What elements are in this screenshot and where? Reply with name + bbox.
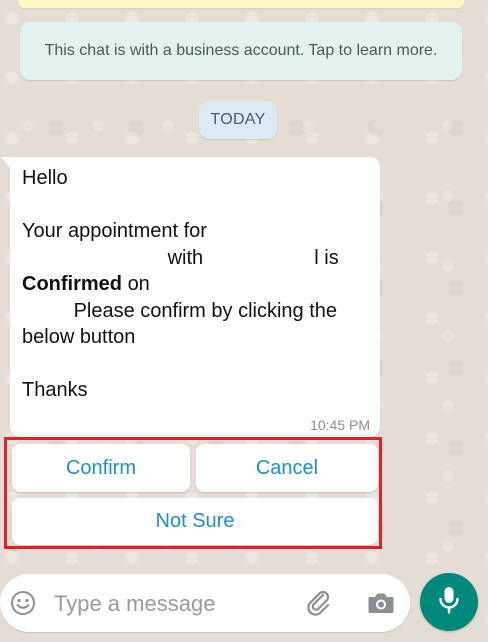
message-line-empty-2 bbox=[22, 351, 372, 378]
not-sure-button-label: Not Sure bbox=[155, 510, 235, 532]
paperclip-icon[interactable] bbox=[304, 588, 334, 623]
date-separator: TODAY bbox=[199, 101, 277, 139]
emoji-icon[interactable] bbox=[10, 590, 36, 621]
cancel-button[interactable]: Cancel bbox=[196, 444, 378, 492]
previous-message-edge bbox=[18, 0, 464, 8]
message-line-greeting: Hello bbox=[22, 165, 372, 192]
microphone-button[interactable] bbox=[420, 573, 478, 631]
message-line-with: with l is bbox=[22, 245, 372, 272]
redacted-time bbox=[22, 304, 68, 319]
redacted-service bbox=[22, 251, 162, 266]
confirm-button[interactable]: Confirm bbox=[12, 444, 190, 492]
message-line-appointment: Your appointment for bbox=[22, 220, 207, 242]
cancel-button-label: Cancel bbox=[255, 456, 319, 479]
message-line-empty bbox=[22, 192, 372, 219]
not-sure-button[interactable]: Not Sure bbox=[12, 498, 378, 545]
message-composer bbox=[0, 574, 410, 632]
redacted-name bbox=[79, 171, 142, 186]
microphone-icon bbox=[437, 585, 461, 620]
message-line-please-confirm: Please confirm by clicking the bbox=[22, 298, 372, 325]
message-line-below-button: below button bbox=[22, 326, 136, 348]
message-body: Hello Your appointment for with l is Con… bbox=[22, 165, 372, 404]
message-line-confirmed: Confirmed on bbox=[22, 271, 372, 298]
message-timestamp: 10:45 PM bbox=[310, 417, 370, 433]
incoming-message-bubble[interactable]: Hello Your appointment for with l is Con… bbox=[1, 157, 380, 437]
message-line-thanks: Thanks bbox=[22, 379, 88, 401]
date-separator-label: TODAY bbox=[210, 111, 266, 128]
redacted-provider bbox=[208, 251, 309, 266]
redacted-date bbox=[155, 277, 326, 292]
business-account-notice[interactable]: This chat is with a business account. Ta… bbox=[20, 22, 462, 80]
camera-icon[interactable] bbox=[366, 589, 396, 622]
business-account-notice-text: This chat is with a business account. Ta… bbox=[44, 42, 438, 59]
message-input[interactable] bbox=[52, 584, 286, 624]
confirm-button-label: Confirm bbox=[65, 456, 136, 479]
